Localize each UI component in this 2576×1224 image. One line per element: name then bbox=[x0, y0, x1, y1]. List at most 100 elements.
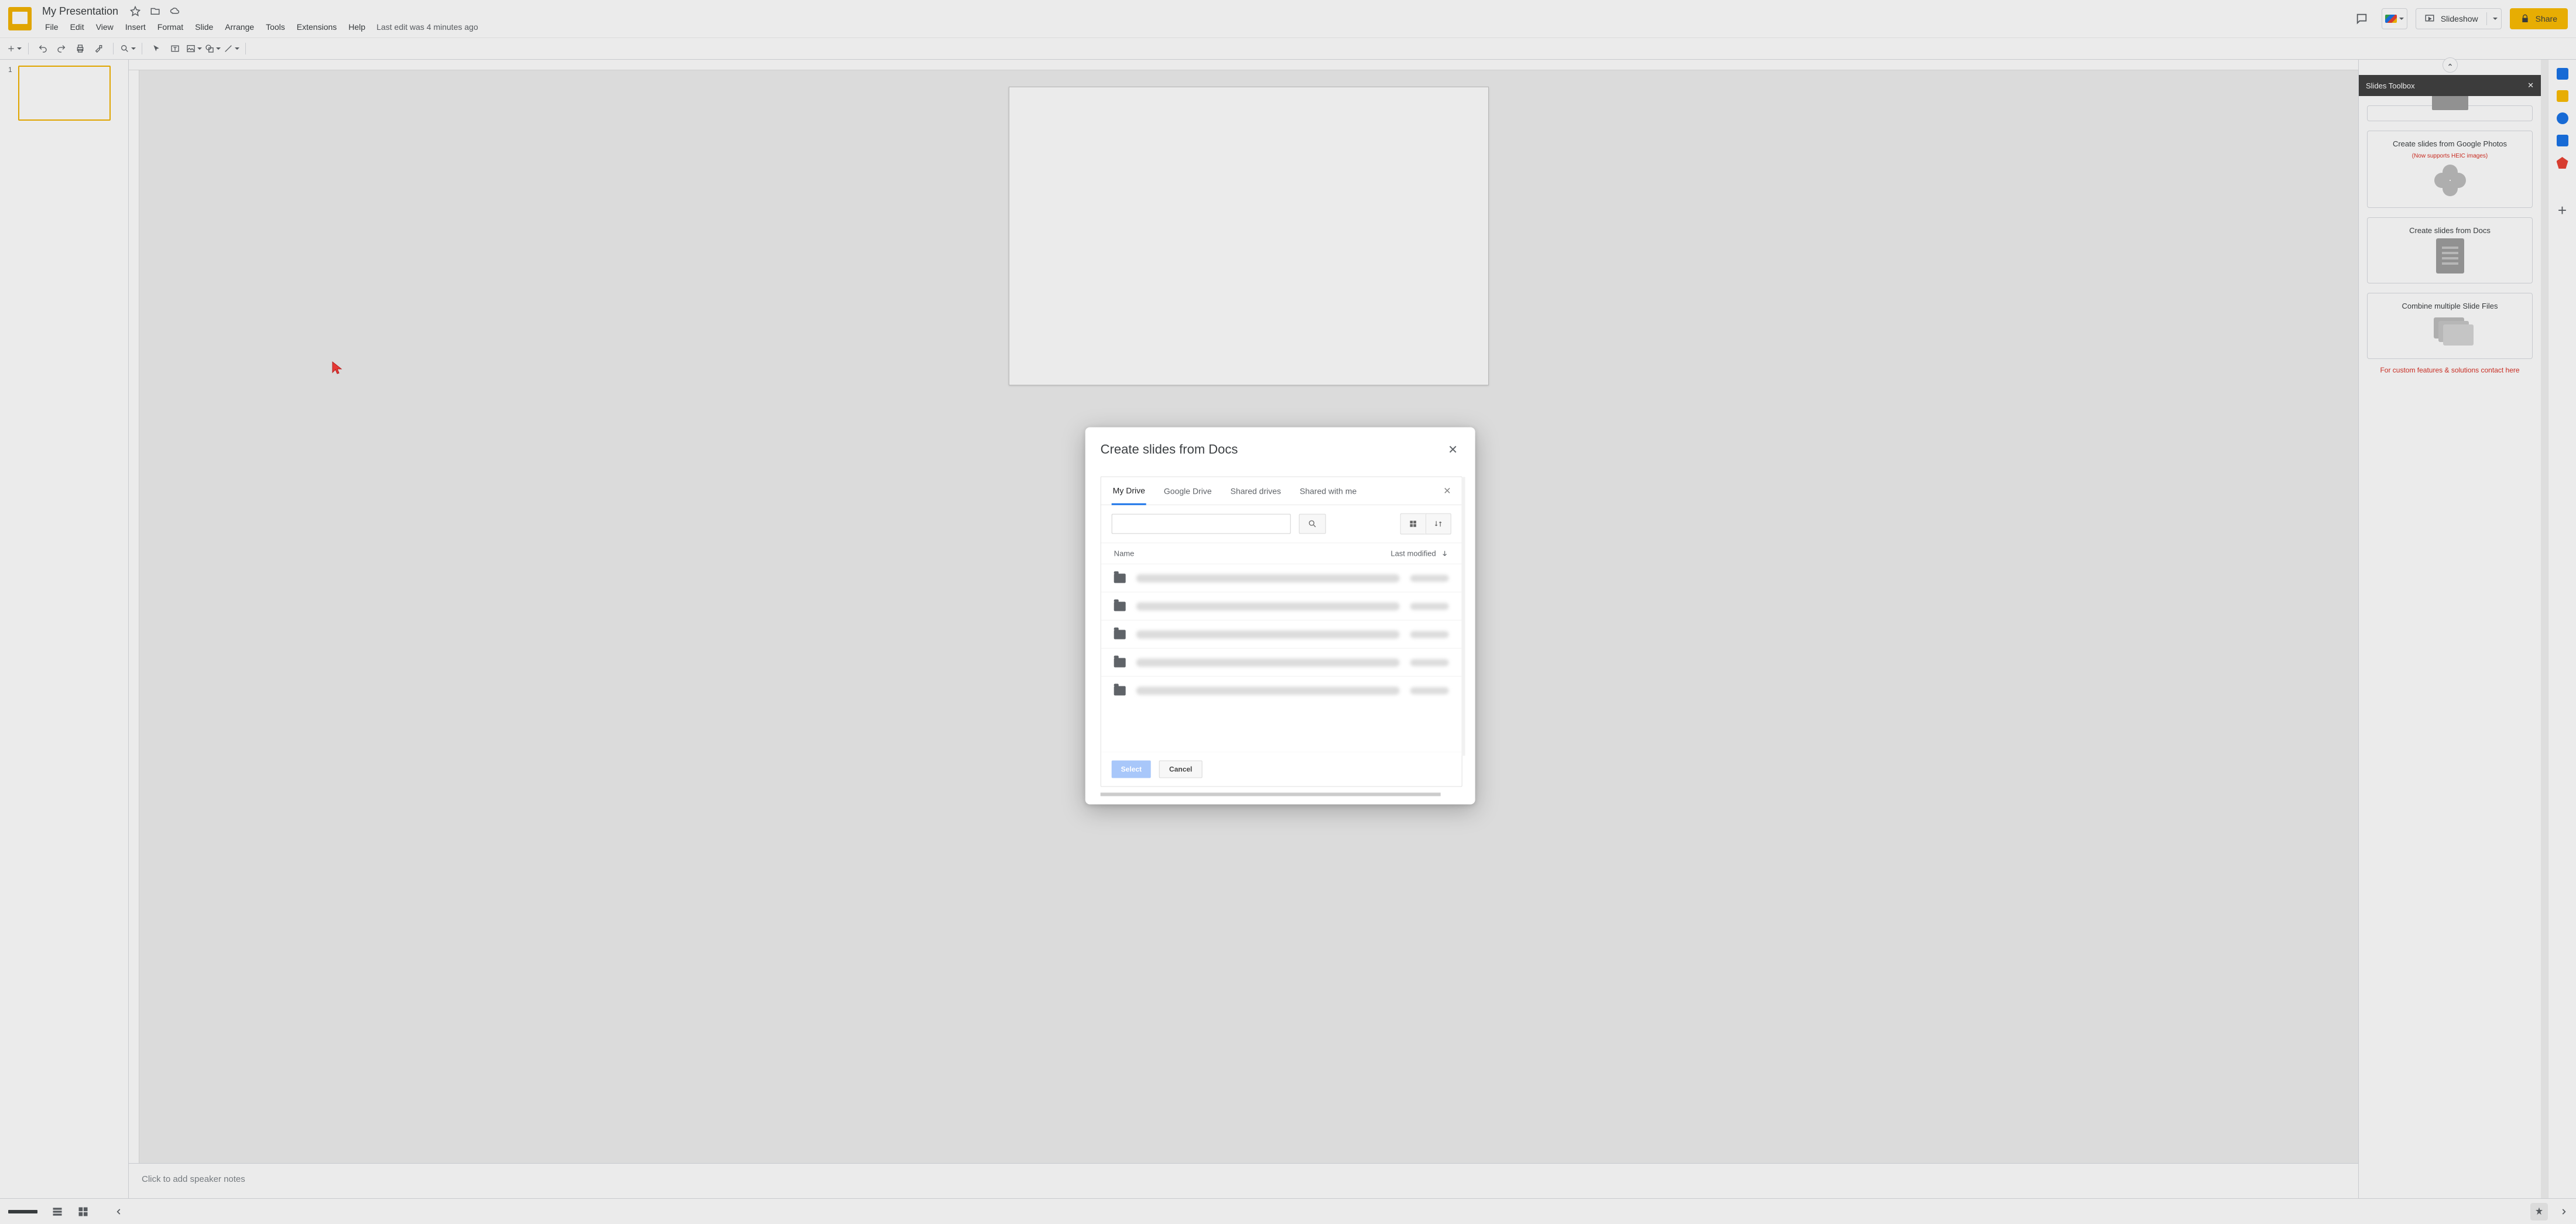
vertical-ruler[interactable] bbox=[129, 70, 139, 1163]
line-tool[interactable] bbox=[223, 40, 239, 57]
file-name-redacted bbox=[1136, 630, 1400, 638]
filmstrip-view-icon[interactable] bbox=[52, 1206, 63, 1218]
col-name[interactable]: Name bbox=[1114, 549, 1135, 558]
sort-toggle[interactable] bbox=[1426, 514, 1451, 534]
contact-link[interactable]: For custom features & solutions contact … bbox=[2367, 366, 2533, 374]
comments-icon[interactable] bbox=[2350, 7, 2373, 30]
meet-icon bbox=[2385, 15, 2397, 23]
grid-view-toggle[interactable] bbox=[1401, 514, 1426, 534]
share-button[interactable]: Share bbox=[2510, 8, 2568, 29]
menu-edit[interactable]: Edit bbox=[65, 20, 90, 34]
arrow-down-icon bbox=[1441, 549, 1449, 558]
close-side-panel-icon[interactable]: ✕ bbox=[2527, 81, 2534, 90]
speaker-notes[interactable]: Click to add speaker notes bbox=[129, 1163, 2358, 1198]
textbox-tool[interactable] bbox=[167, 40, 183, 57]
menu-tools[interactable]: Tools bbox=[261, 20, 290, 34]
chevron-down-icon bbox=[2399, 18, 2404, 22]
collapse-filmstrip-icon[interactable] bbox=[115, 1208, 123, 1216]
slide-canvas[interactable] bbox=[1009, 87, 1489, 385]
folder-icon bbox=[1114, 630, 1126, 639]
share-label: Share bbox=[2536, 14, 2557, 23]
side-panel-content[interactable]: Create slides from Google Photos (Now su… bbox=[2359, 96, 2541, 1198]
menu-help[interactable]: Help bbox=[343, 20, 371, 34]
collapse-right-rail-icon[interactable] bbox=[2560, 1208, 2568, 1216]
slides-stack-icon bbox=[2434, 317, 2467, 346]
card-stub-top[interactable] bbox=[2367, 105, 2533, 121]
zoom-button[interactable] bbox=[119, 40, 136, 57]
menu-view[interactable]: View bbox=[91, 20, 119, 34]
menu-extensions[interactable]: Extensions bbox=[292, 20, 342, 34]
list-item[interactable] bbox=[1101, 563, 1462, 592]
file-date-redacted bbox=[1410, 687, 1449, 694]
collapse-side-panel-icon[interactable] bbox=[2443, 57, 2458, 73]
explore-button[interactable] bbox=[2530, 1203, 2548, 1220]
menu-arrange[interactable]: Arrange bbox=[220, 20, 259, 34]
card-google-photos[interactable]: Create slides from Google Photos (Now su… bbox=[2367, 131, 2533, 208]
meet-button[interactable] bbox=[2382, 8, 2407, 29]
file-date-redacted bbox=[1410, 631, 1449, 638]
add-addon-icon[interactable]: + bbox=[2558, 201, 2567, 220]
lock-icon bbox=[2520, 14, 2530, 23]
select-button[interactable]: Select bbox=[1112, 760, 1151, 778]
tab-shared-drives[interactable]: Shared drives bbox=[1229, 478, 1282, 504]
menu-format[interactable]: Format bbox=[152, 20, 189, 34]
slideshow-label: Slideshow bbox=[2441, 14, 2478, 23]
side-panel-title: Slides Toolbox bbox=[2366, 81, 2415, 90]
paint-format-button[interactable] bbox=[91, 40, 107, 57]
grid-view-icon[interactable] bbox=[77, 1206, 89, 1218]
list-item[interactable] bbox=[1101, 648, 1462, 676]
slideshow-button[interactable]: Slideshow bbox=[2416, 8, 2502, 29]
folder-icon bbox=[1114, 658, 1126, 667]
cancel-button[interactable]: Cancel bbox=[1159, 760, 1202, 778]
chevron-down-icon[interactable] bbox=[2493, 18, 2498, 22]
horizontal-ruler[interactable] bbox=[129, 60, 2358, 70]
card-combine-slides[interactable]: Combine multiple Slide Files bbox=[2367, 293, 2533, 359]
tasks-icon[interactable] bbox=[2557, 112, 2568, 124]
maps-icon[interactable] bbox=[2557, 157, 2568, 169]
thumbnail-panel[interactable]: 1 bbox=[0, 60, 129, 1198]
new-slide-button[interactable] bbox=[6, 40, 22, 57]
card-create-from-docs[interactable]: Create slides from Docs bbox=[2367, 217, 2533, 283]
present-icon bbox=[2424, 13, 2435, 24]
speaker-notes-placeholder: Click to add speaker notes bbox=[142, 1174, 245, 1184]
doc-title[interactable]: My Presentation bbox=[40, 4, 121, 19]
list-item[interactable] bbox=[1101, 676, 1462, 704]
slides-logo-icon[interactable] bbox=[8, 7, 32, 30]
modal-title: Create slides from Docs bbox=[1101, 442, 1238, 457]
slide-thumbnail[interactable] bbox=[18, 66, 111, 121]
list-item[interactable] bbox=[1101, 620, 1462, 648]
tab-my-drive[interactable]: My Drive bbox=[1112, 477, 1146, 505]
print-button[interactable] bbox=[72, 40, 88, 57]
menu-insert[interactable]: Insert bbox=[120, 20, 151, 34]
search-input[interactable] bbox=[1112, 514, 1291, 534]
picker-scrollbar-horizontal[interactable] bbox=[1101, 792, 1441, 796]
contacts-icon[interactable] bbox=[2557, 135, 2568, 146]
cloud-status-icon[interactable] bbox=[170, 6, 180, 16]
tab-shared-with-me[interactable]: Shared with me bbox=[1299, 478, 1358, 504]
last-edit-text[interactable]: Last edit was 4 minutes ago bbox=[376, 22, 478, 32]
picker-tabs: My Drive Google Drive Shared drives Shar… bbox=[1101, 477, 1462, 505]
undo-button[interactable] bbox=[35, 40, 51, 57]
redo-button[interactable] bbox=[53, 40, 70, 57]
modal-close-icon[interactable]: ✕ bbox=[1444, 440, 1462, 459]
search-button[interactable] bbox=[1299, 514, 1326, 534]
google-photos-icon bbox=[2434, 165, 2466, 196]
picker-scrollbar-vertical[interactable] bbox=[1462, 477, 1465, 755]
menu-file[interactable]: File bbox=[40, 20, 64, 34]
move-icon[interactable] bbox=[150, 6, 160, 16]
picker-close-icon[interactable]: ✕ bbox=[1443, 485, 1451, 497]
file-name-redacted bbox=[1136, 658, 1400, 666]
tab-google-drive[interactable]: Google Drive bbox=[1163, 478, 1213, 504]
image-tool[interactable] bbox=[186, 40, 202, 57]
keep-icon[interactable] bbox=[2557, 90, 2568, 102]
shape-tool[interactable] bbox=[204, 40, 221, 57]
col-last-modified[interactable]: Last modified bbox=[1390, 549, 1448, 558]
list-item[interactable] bbox=[1101, 592, 1462, 620]
side-panel-scrollbar[interactable] bbox=[2541, 60, 2548, 1198]
menu-slide[interactable]: Slide bbox=[190, 20, 218, 34]
star-icon[interactable] bbox=[130, 6, 141, 16]
calendar-icon[interactable] bbox=[2557, 68, 2568, 80]
file-name-redacted bbox=[1136, 686, 1400, 695]
file-list[interactable] bbox=[1101, 563, 1462, 751]
select-tool[interactable] bbox=[148, 40, 165, 57]
